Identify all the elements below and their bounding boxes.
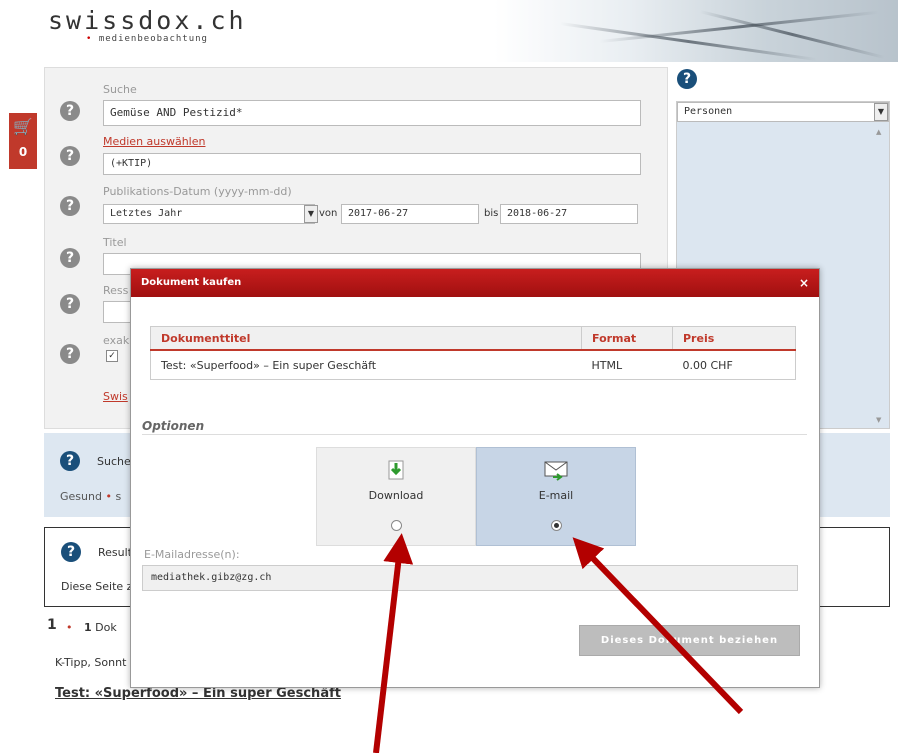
email-option[interactable]: E-mail	[476, 447, 636, 546]
summary-text-2: s	[115, 490, 122, 503]
buy-document-dialog: Dokument kaufen × Dokumenttitel Format P…	[130, 268, 820, 688]
email-address-label: E-Mailadresse(n):	[144, 548, 240, 561]
search-input[interactable]: Gemüse AND Pestizid*	[103, 100, 641, 126]
exakt-checkbox[interactable]: ✓	[106, 350, 118, 362]
tagline-text: medienbeobachtung	[98, 34, 208, 44]
chevron-down-icon[interactable]: ▼	[304, 205, 318, 223]
date-label: Publikations-Datum (yyyy-mm-dd)	[103, 185, 292, 198]
von-label: von	[319, 208, 338, 219]
cart-count: 0	[18, 145, 28, 159]
article-title-link[interactable]: Test: «Superfood» – Ein super Geschäft	[55, 686, 341, 701]
header-decoration	[559, 22, 818, 62]
help-icon[interactable]: ?	[61, 542, 81, 562]
separator-dot: •	[66, 621, 73, 634]
scroll-up-icon[interactable]: ▲	[876, 128, 881, 136]
titel-label: Titel	[103, 236, 127, 249]
result-count: 1 Dok	[84, 621, 117, 634]
von-date-input[interactable]: 2017-06-27	[341, 204, 479, 224]
help-icon[interactable]: ?	[60, 146, 80, 166]
help-icon[interactable]: ?	[60, 451, 80, 471]
medien-auswaehlen-link[interactable]: Medien auswählen	[103, 135, 205, 148]
suche-label: Suche	[103, 83, 137, 96]
cart-icon: 🛒	[13, 117, 33, 136]
summary-text-1: Gesund	[60, 490, 102, 503]
chevron-down-icon[interactable]: ▼	[874, 103, 888, 121]
bis-date-input[interactable]: 2018-06-27	[500, 204, 638, 224]
site-tagline: • medienbeobachtung	[86, 34, 208, 44]
date-range-select[interactable]: Letztes Jahr	[103, 204, 315, 224]
help-icon[interactable]: ?	[60, 294, 80, 314]
col-header-format: Format	[581, 326, 673, 351]
header-decoration	[699, 10, 885, 59]
document-table: Dokumenttitel Format Preis Test: «Superf…	[150, 326, 796, 380]
exakt-label: exak	[103, 334, 130, 347]
cart-button[interactable]: 🛒 0	[9, 113, 37, 169]
medien-input[interactable]: (+KTIP)	[103, 153, 641, 175]
page-number[interactable]: 1	[47, 617, 57, 633]
table-header-row: Dokumenttitel Format Preis	[150, 326, 796, 351]
buy-document-button[interactable]: Dieses Dokument beziehen	[579, 625, 800, 656]
close-icon[interactable]: ×	[799, 269, 809, 297]
options-divider	[142, 434, 807, 435]
site-logo[interactable]: swissdox.ch	[48, 6, 247, 35]
cell-title: Test: «Superfood» – Ein super Geschäft	[161, 358, 377, 372]
help-icon[interactable]: ?	[60, 248, 80, 268]
result-count-number: 1	[84, 621, 92, 634]
results-title: Result	[98, 546, 132, 559]
download-icon	[317, 460, 475, 486]
article-source: K-Tipp, Sonnt	[55, 656, 127, 669]
results-text: Diese Seite z	[61, 580, 133, 593]
help-icon[interactable]: ?	[677, 69, 697, 89]
date-range-value: Letztes Jahr	[110, 208, 183, 219]
download-radio[interactable]	[390, 520, 402, 531]
table-row: Test: «Superfood» – Ein super Geschäft H…	[151, 350, 796, 380]
help-icon[interactable]: ?	[60, 196, 80, 216]
scroll-down-icon[interactable]: ▼	[876, 416, 881, 424]
col-header-price: Preis	[672, 326, 796, 351]
summary-title: Suche	[97, 455, 131, 468]
options-heading: Optionen	[142, 419, 205, 433]
swiss-link[interactable]: Swis	[103, 390, 128, 403]
bis-label: bis	[484, 208, 499, 219]
download-option[interactable]: Download	[316, 447, 476, 546]
email-label: E-mail	[538, 489, 574, 502]
summary-text: Gesund • s	[60, 490, 122, 503]
email-radio[interactable]	[550, 520, 562, 531]
persons-select[interactable]: Personen	[677, 102, 889, 122]
cell-format: HTML	[591, 358, 623, 372]
cell-price: 0.00 CHF	[682, 358, 733, 372]
dialog-header: Dokument kaufen	[131, 269, 819, 297]
dialog-title: Dokument kaufen	[141, 277, 242, 288]
header-decoration	[599, 10, 879, 43]
ressort-label: Ress	[103, 284, 129, 297]
email-icon	[477, 460, 635, 486]
help-icon[interactable]: ?	[60, 344, 80, 364]
email-address-input[interactable]: mediathek.gibz@zg.ch	[142, 565, 798, 591]
persons-select-value: Personen	[684, 106, 733, 117]
download-label: Download	[368, 489, 424, 502]
col-header-title: Dokumenttitel	[150, 326, 582, 351]
help-icon[interactable]: ?	[60, 101, 80, 121]
result-count-label: Dok	[95, 621, 117, 634]
